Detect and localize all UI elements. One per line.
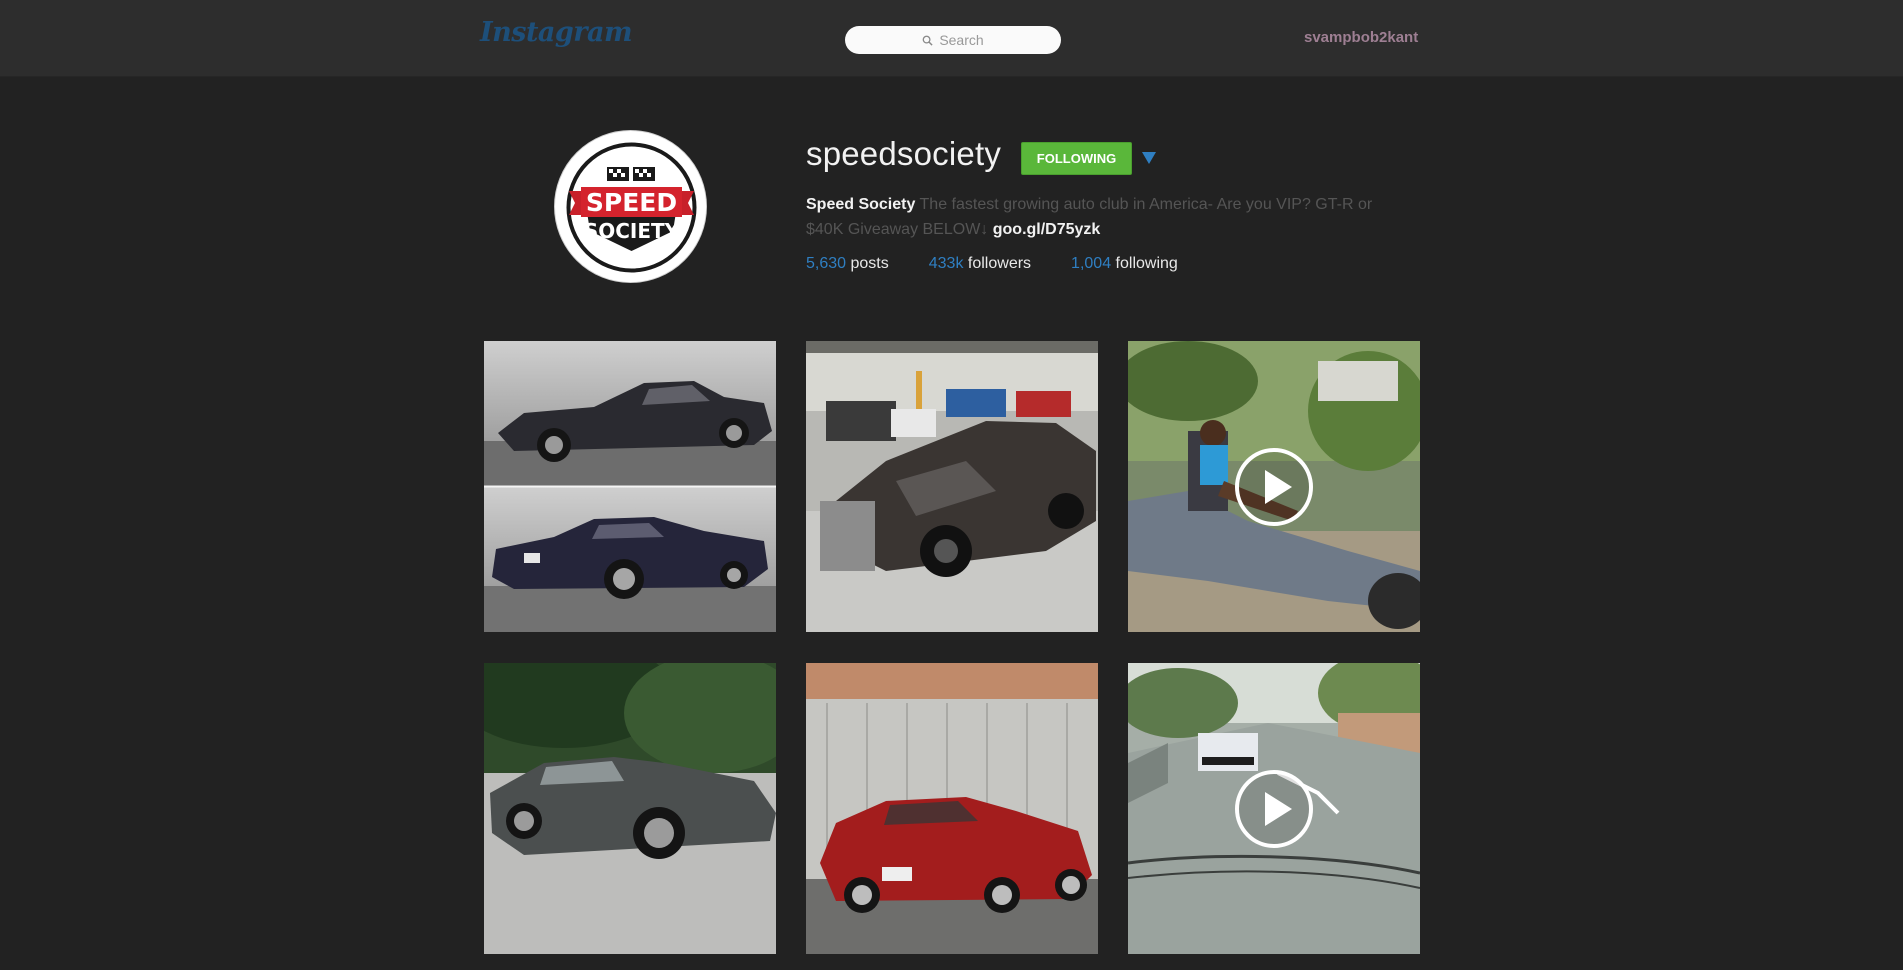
posts-count: 5,630 [806, 255, 847, 272]
avatar-logo-line2: SOCIETY [584, 219, 680, 243]
post-thumbnail[interactable] [484, 663, 776, 954]
post-image [484, 341, 776, 632]
search-placeholder: Search [939, 32, 984, 48]
profile-stats: 5,630 posts 433k followers 1,004 followi… [806, 255, 1178, 273]
post-thumbnail[interactable] [806, 341, 1098, 632]
followers-stat[interactable]: 433k followers [929, 255, 1031, 273]
bio-link[interactable]: goo.gl/D75yzk [993, 221, 1101, 238]
following-count: 1,004 [1071, 255, 1112, 272]
following-stat[interactable]: 1,004 following [1071, 255, 1178, 273]
speed-society-logo: SPEED SOCIETY [555, 131, 706, 282]
followers-label: followers [967, 255, 1032, 272]
current-user-link[interactable]: svampbob2kant [1304, 29, 1418, 46]
following-button[interactable]: FOLLOWING [1021, 142, 1132, 175]
following-label: following [1115, 255, 1178, 272]
profile-avatar: SPEED SOCIETY [554, 130, 707, 283]
followers-count: 433k [928, 255, 964, 272]
search-icon [922, 35, 933, 46]
post-image [806, 341, 1098, 632]
instagram-logo[interactable]: Instagram [480, 17, 633, 48]
post-thumbnail-video[interactable] [1128, 663, 1420, 954]
post-grid [484, 341, 1420, 954]
avatar-logo-line1: SPEED [586, 188, 677, 217]
profile-full-name: Speed Society [806, 196, 916, 213]
top-navigation-bar: Instagram Search svampbob2kant [0, 0, 1903, 77]
post-image [806, 663, 1098, 954]
post-thumbnail[interactable] [806, 663, 1098, 954]
chevron-down-icon[interactable] [1141, 151, 1157, 165]
post-thumbnail-video[interactable] [1128, 341, 1420, 632]
post-image [484, 663, 776, 954]
play-icon [1235, 770, 1313, 848]
posts-label: posts [850, 255, 889, 272]
posts-stat: 5,630 posts [806, 255, 889, 273]
profile-bio: Speed Society The fastest growing auto c… [806, 192, 1406, 242]
search-input[interactable]: Search [845, 26, 1061, 54]
post-thumbnail[interactable] [484, 341, 776, 632]
profile-username: speedsociety [806, 135, 1002, 172]
play-icon [1235, 448, 1313, 526]
